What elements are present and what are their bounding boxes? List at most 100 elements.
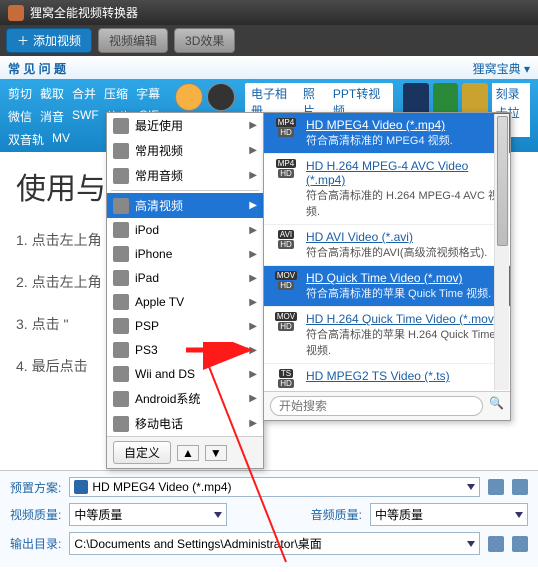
format-title: HD AVI Video (*.avi) <box>306 230 487 244</box>
category-item[interactable]: 高清视频 ▶ <box>107 193 263 218</box>
video-quality-combo[interactable]: 中等质量 <box>69 503 227 526</box>
powerpoint-icon <box>175 83 203 111</box>
output-dir-combo[interactable]: C:\Documents and Settings\Administrator\… <box>69 532 480 555</box>
baodian-dropdown[interactable]: 狸窝宝典 ▾ <box>473 60 530 77</box>
category-label: iPhone <box>135 247 172 261</box>
format-item[interactable]: MP4HDHD MPEG4 Video (*.mp4)符合高清标准的 MPEG4… <box>264 113 510 154</box>
category-item[interactable]: 最近使用▶ <box>107 113 263 138</box>
open-folder-icon[interactable] <box>512 536 528 552</box>
category-icon <box>113 391 129 407</box>
chevron-down-icon <box>515 512 523 518</box>
preset-combo[interactable]: HD MPEG4 Video (*.mp4) <box>69 477 480 497</box>
category-icon <box>113 318 129 334</box>
chevron-right-icon: ▶ <box>249 418 257 429</box>
category-label: 常用音频 <box>135 167 183 184</box>
tag-link[interactable]: 截取 <box>40 85 64 102</box>
category-item[interactable]: Android系统▶ <box>107 386 263 411</box>
format-item[interactable]: MOVHDHD Quick Time Video (*.mov)符合高清标准的苹… <box>264 266 510 307</box>
chevron-down-icon <box>467 541 475 547</box>
bottom-panel: 预置方案: HD MPEG4 Video (*.mp4) 视频质量: 中等质量 … <box>0 470 538 567</box>
video-edit-button[interactable]: 视频编辑 <box>98 28 168 53</box>
chevron-right-icon: ▶ <box>249 273 257 284</box>
category-icon <box>113 143 129 159</box>
scrollbar[interactable] <box>494 114 509 390</box>
format-item[interactable]: MOVHDHD H.264 Quick Time Video (*.mov)符合… <box>264 307 510 364</box>
preset-format-icon <box>74 480 88 494</box>
category-label: Wii and DS <box>135 367 195 381</box>
promo-icons <box>175 83 235 111</box>
add-video-label: 添加视频 <box>33 32 81 49</box>
category-label: iPod <box>135 223 159 237</box>
down-icon[interactable]: ▼ <box>205 445 227 461</box>
search-input[interactable] <box>270 396 483 416</box>
category-item[interactable]: 常用音频 ▶ <box>107 163 263 188</box>
wrench-icon[interactable] <box>512 479 528 495</box>
format-badge: MOV <box>275 271 297 280</box>
hd-icon: HD <box>278 379 294 388</box>
custom-button[interactable]: 自定义 <box>113 441 171 464</box>
category-item[interactable]: iPad ▶ <box>107 266 263 290</box>
app-logo <box>8 5 24 21</box>
3d-effect-button[interactable]: 3D效果 <box>174 28 235 53</box>
output-value: C:\Documents and Settings\Administrator\… <box>74 535 463 552</box>
settings-icon[interactable] <box>488 479 504 495</box>
format-title: HD MPEG2 TS Video (*.ts) <box>306 369 450 383</box>
tag-link[interactable]: SWF <box>72 108 99 125</box>
category-item[interactable]: PS3▶ <box>107 338 263 362</box>
category-item[interactable]: 移动电话 ▶ <box>107 411 263 436</box>
chevron-down-icon <box>214 512 222 518</box>
format-desc: 符合高清标准的AVI(高级流视频格式). <box>306 244 487 260</box>
tag-link[interactable]: 剪切 <box>8 85 32 102</box>
faq-label[interactable]: 常 见 问 题 <box>8 60 66 77</box>
hd-icon: HD <box>278 169 294 178</box>
format-badge: MP4 <box>276 159 296 168</box>
category-icon <box>113 168 129 184</box>
format-item[interactable]: AVIHDHD AVI Video (*.avi)符合高清标准的AVI(高级流视… <box>264 225 510 266</box>
output-dir-label: 输出目录: <box>10 535 61 552</box>
format-title: HD MPEG4 Video (*.mp4) <box>306 118 453 132</box>
toolbar: ＋ 添加视频 视频编辑 3D效果 <box>0 25 538 56</box>
plus-icon: ＋ <box>17 32 29 49</box>
format-item[interactable]: MP4HDHD H.264 MPEG-4 AVC Video (*.mp4)符合… <box>264 154 510 225</box>
tag-link[interactable]: 字幕 <box>136 85 160 102</box>
search-icon[interactable]: 🔍 <box>489 396 504 416</box>
category-item[interactable]: Wii and DS ▶ <box>107 362 263 386</box>
tag-link[interactable]: 微信 <box>8 108 32 125</box>
tag-link[interactable]: 双音轨 <box>8 131 44 148</box>
category-item[interactable]: Apple TV▶ <box>107 290 263 314</box>
category-item[interactable]: iPod ▶ <box>107 218 263 242</box>
category-item[interactable]: PSP▶ <box>107 314 263 338</box>
format-desc: 符合高清标准的苹果 H.264 Quick Time 视频. <box>306 326 502 358</box>
chevron-right-icon: ▶ <box>249 170 257 181</box>
category-item[interactable]: iPhone ▶ <box>107 242 263 266</box>
titlebar: 狸窝全能视频转换器 <box>0 0 538 25</box>
chevron-right-icon: ▶ <box>249 369 257 380</box>
hd-icon: HD <box>278 281 294 290</box>
scroll-thumb[interactable] <box>497 116 508 246</box>
tag-link[interactable]: 压缩 <box>104 85 128 102</box>
category-icon <box>113 198 129 214</box>
category-menu: 最近使用▶常用视频▶常用音频▶高清视频▶iPod▶iPhone▶iPad▶App… <box>106 112 264 469</box>
browse-folder-icon[interactable] <box>488 536 504 552</box>
audio-quality-combo[interactable]: 中等质量 <box>370 503 528 526</box>
format-item[interactable]: TSHD HD MPEG2 TS Video (*.ts) <box>264 364 510 391</box>
tag-link[interactable]: 消音 <box>40 108 64 125</box>
tag-link[interactable]: MV <box>52 131 70 148</box>
category-label: 常用视频 <box>135 142 183 159</box>
category-label: iPad <box>135 271 159 285</box>
chevron-right-icon: ▶ <box>249 249 257 260</box>
tag-link[interactable]: 合并 <box>72 85 96 102</box>
format-badge: TS <box>279 369 293 378</box>
up-icon[interactable]: ▲ <box>177 445 199 461</box>
chevron-right-icon: ▶ <box>249 145 257 156</box>
chevron-right-icon: ▶ <box>249 225 257 236</box>
category-label: 移动电话 <box>135 415 183 432</box>
audio-quality-label: 音频质量: <box>311 506 362 523</box>
chevron-right-icon: ▶ <box>249 200 257 211</box>
hd-icon: HD <box>278 128 294 137</box>
category-item[interactable]: 常用视频 ▶ <box>107 138 263 163</box>
burn-link[interactable]: 刻录 <box>496 85 526 102</box>
chevron-right-icon: ▶ <box>249 297 257 308</box>
category-label: 高清视频 <box>135 197 183 214</box>
add-video-button[interactable]: ＋ 添加视频 <box>6 28 92 53</box>
